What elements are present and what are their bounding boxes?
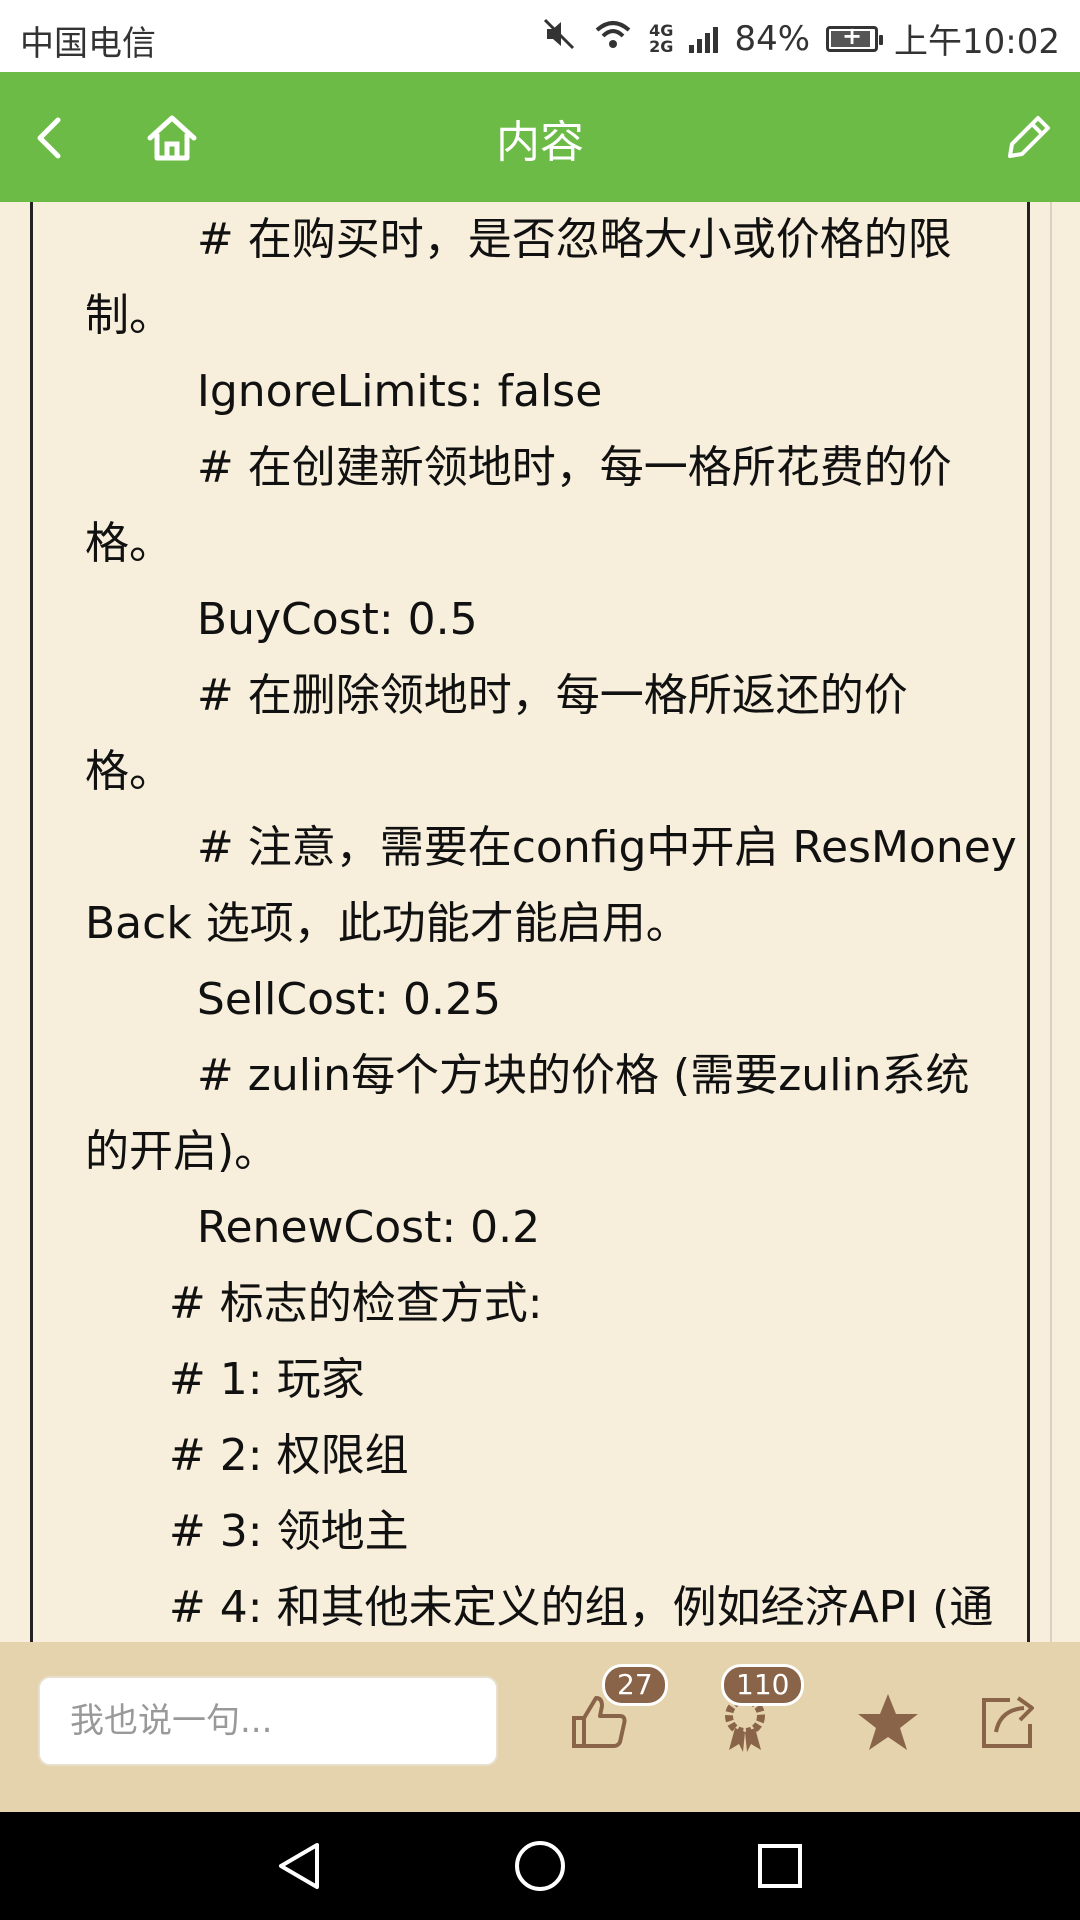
status-icons: 4G 2G 84% + 上午10:02: [541, 14, 1060, 63]
pencil-icon: [1008, 116, 1050, 158]
code-block: # 在购买时，是否忽略大小或价格的限 制。 IgnoreLimits: fals…: [30, 202, 1030, 1642]
content-line: # 4: 和其他未定义的组，例如经济API (通: [85, 1582, 994, 1633]
article-content[interactable]: # 在购买时，是否忽略大小或价格的限 制。 IgnoreLimits: fals…: [0, 202, 1080, 1642]
clock: 上午10:02: [894, 22, 1060, 62]
content-line: 制。: [85, 290, 173, 341]
triangle-back-icon: [279, 1843, 319, 1889]
network-2g-label: 2G: [649, 36, 674, 56]
wifi-icon: [593, 18, 633, 59]
signal-icon: [689, 25, 719, 53]
nav-recents-button[interactable]: [748, 1834, 812, 1898]
network-type: 4G 2G: [649, 22, 674, 56]
like-count-badge: 27: [602, 1664, 668, 1706]
content-line: SellCost: 0.25: [85, 974, 501, 1025]
nav-home-button[interactable]: [508, 1834, 572, 1898]
favorite-button[interactable]: [848, 1672, 928, 1772]
content-line: # 3: 领地主: [85, 1506, 409, 1557]
content-line: # 2: 权限组: [85, 1430, 409, 1481]
like-button[interactable]: 27: [560, 1664, 668, 1772]
battery-percent: 84%: [734, 18, 811, 59]
scroll-edge: [1050, 202, 1052, 1642]
content-line: # 1: 玩家: [85, 1354, 365, 1405]
system-nav-bar: [0, 1812, 1080, 1920]
circle-home-icon: [515, 1841, 565, 1891]
content-line: 格。: [85, 518, 173, 569]
content-line: # 标志的检查方式:: [85, 1278, 543, 1329]
award-count-badge: 110: [721, 1664, 805, 1706]
nav-back-button[interactable]: [268, 1834, 332, 1898]
edit-button[interactable]: [990, 100, 1066, 176]
content-line: IgnoreLimits: false: [85, 366, 603, 417]
square-recents-icon: [758, 1844, 802, 1888]
content-line: BuyCost: 0.5: [85, 594, 478, 645]
content-line: Back 选项，此功能才能启用。: [85, 898, 690, 949]
content-line: # 在创建新领地时，每一格所花费的价: [85, 442, 952, 493]
content-line: # 在删除领地时，每一格所返还的价: [85, 670, 908, 721]
share-button[interactable]: [968, 1672, 1048, 1772]
comment-input[interactable]: 我也说一句...: [38, 1676, 498, 1766]
content-line: 格。: [85, 746, 173, 797]
app-bar: 内容: [0, 72, 1080, 202]
status-bar: 中国电信 4G 2G 84% + 上午10:02: [0, 0, 1080, 72]
content-line: RenewCost: 0.2: [85, 1202, 541, 1253]
carrier-label: 中国电信: [20, 24, 156, 64]
award-button[interactable]: 110: [705, 1664, 805, 1772]
share-icon: [982, 1696, 1034, 1748]
star-icon: [858, 1694, 918, 1750]
bottom-action-bar: 我也说一句... 27 110: [0, 1642, 1080, 1812]
content-line: # 在购买时，是否忽略大小或价格的限: [85, 214, 952, 265]
battery-icon: +: [826, 22, 884, 52]
content-line: 的开启)。: [85, 1126, 279, 1177]
page-title: 内容: [496, 117, 584, 168]
content-line: # 注意，需要在config中开启 ResMoney: [85, 822, 1017, 873]
mute-icon: [541, 16, 577, 61]
content-line: # zulin每个方块的价格 (需要zulin系统: [85, 1050, 970, 1101]
